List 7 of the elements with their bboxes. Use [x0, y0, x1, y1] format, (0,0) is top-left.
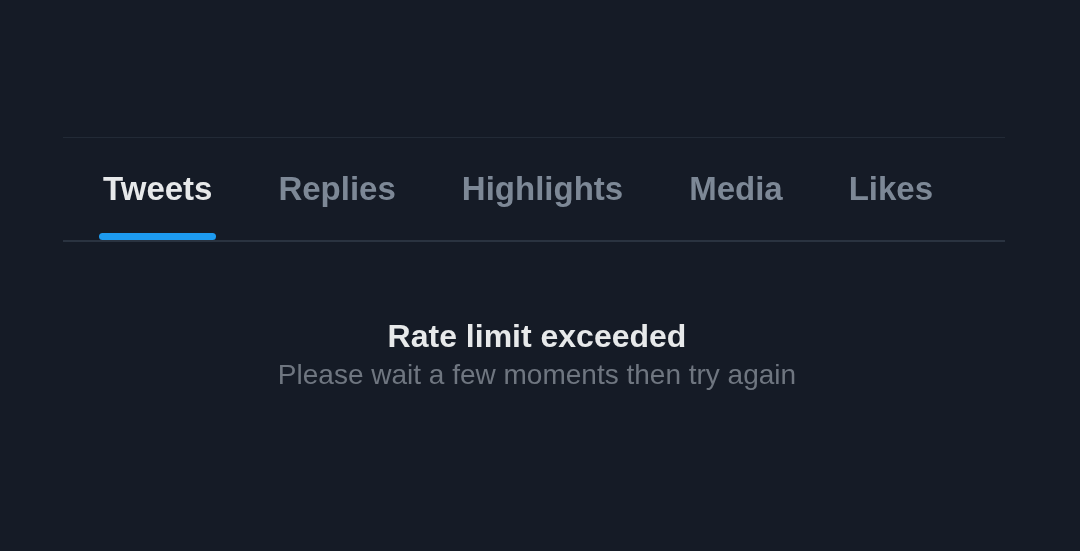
profile-tab[interactable]: Tweets: [93, 138, 223, 240]
error-message: Please wait a few moments then try again: [276, 359, 798, 391]
profile-tab[interactable]: Media: [679, 138, 793, 240]
error-title: Rate limit exceeded: [387, 318, 687, 355]
profile-tab[interactable]: Likes: [838, 138, 944, 240]
profile-tab[interactable]: Replies: [268, 138, 406, 240]
profile-tab[interactable]: Highlights: [451, 138, 634, 240]
